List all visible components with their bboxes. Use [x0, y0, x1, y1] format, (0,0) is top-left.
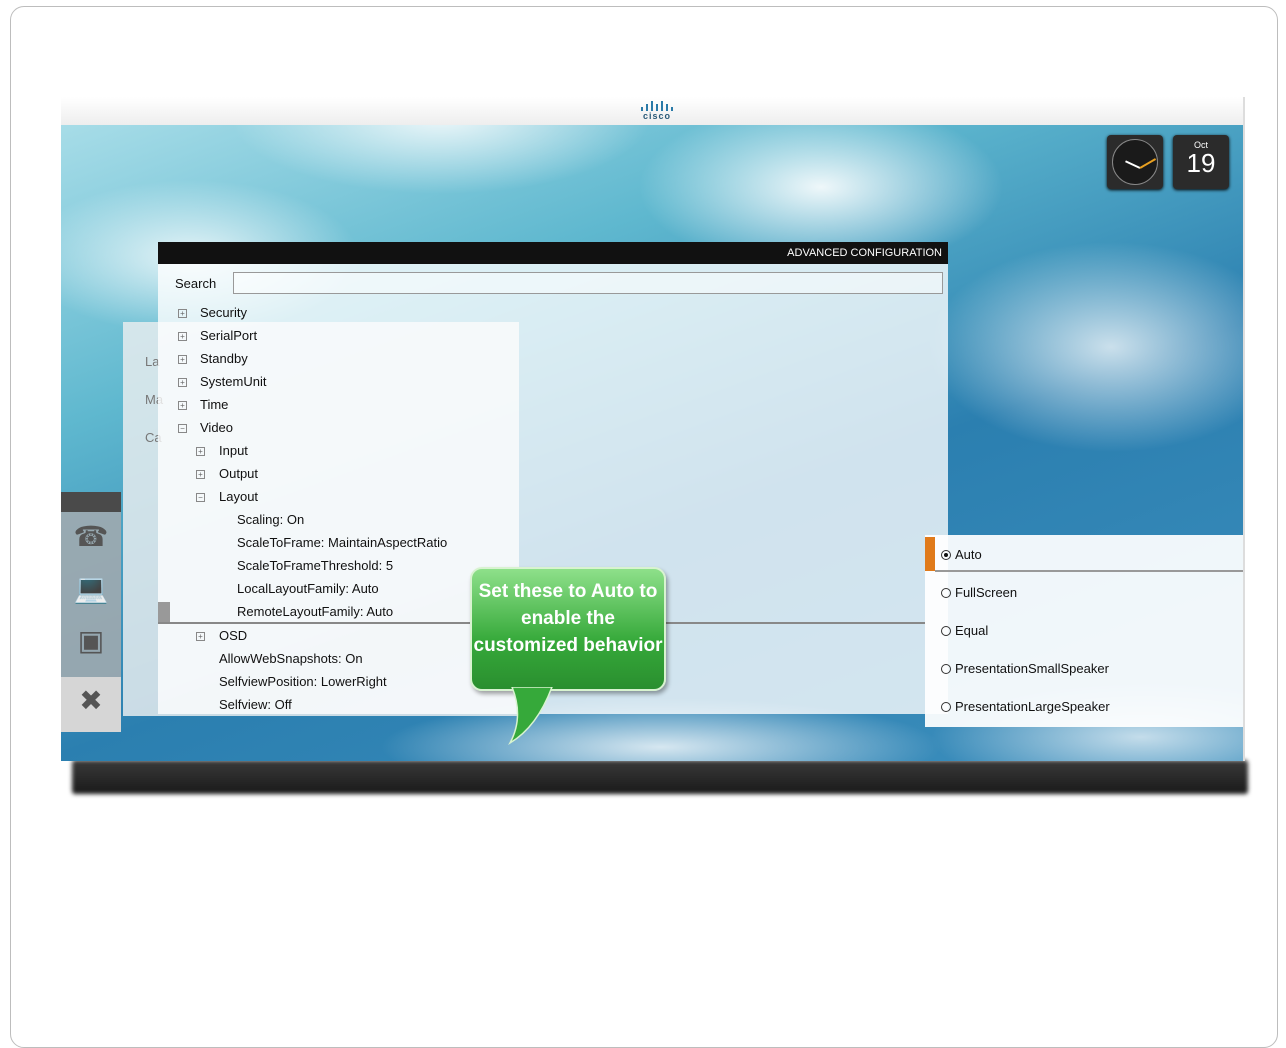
- selection-marker: [158, 602, 170, 622]
- cisco-logo-text: cisco: [642, 111, 671, 121]
- clock-icon: [1112, 139, 1158, 185]
- expand-icon[interactable]: +: [196, 470, 205, 479]
- option-auto[interactable]: Auto: [941, 547, 982, 562]
- callout-tail: [508, 687, 553, 746]
- expand-icon[interactable]: +: [178, 332, 187, 341]
- side-dock: ☎ 💻 ▣ ✖: [61, 492, 121, 732]
- expand-icon[interactable]: +: [196, 632, 205, 641]
- tree-item-standby[interactable]: Standby: [200, 351, 248, 366]
- setting-locallayoutfamily[interactable]: LocalLayoutFamily: Auto: [237, 581, 379, 596]
- callout-bubble: Set these to Auto to enable the customiz…: [470, 567, 666, 691]
- advanced-config-title: ADVANCED CONFIGURATION: [158, 242, 948, 264]
- expand-icon[interactable]: +: [178, 378, 187, 387]
- setting-selfview[interactable]: Selfview: Off: [219, 697, 292, 712]
- radio-icon: [941, 588, 951, 598]
- clock-widget[interactable]: [1107, 135, 1163, 189]
- setting-scaletoframethreshold[interactable]: ScaleToFrameThreshold: 5: [237, 558, 393, 573]
- option-presentationlargespeaker[interactable]: PresentationLargeSpeaker: [941, 699, 1110, 714]
- laptop-icon[interactable]: 💻: [71, 572, 111, 612]
- option-label: PresentationLargeSpeaker: [955, 699, 1110, 714]
- screenshot-shadow: [72, 760, 1248, 794]
- tree-item-input[interactable]: Input: [219, 443, 248, 458]
- setting-selfviewposition[interactable]: SelfviewPosition: LowerRight: [219, 674, 387, 689]
- selected-option-underline: [935, 570, 1243, 572]
- options-panel: Auto FullScreen Equal PresentationSmallS…: [925, 535, 1243, 727]
- search-input[interactable]: [233, 272, 943, 294]
- tree-item-layout[interactable]: Layout: [219, 489, 258, 504]
- option-label: Auto: [955, 547, 982, 562]
- setting-allowwebsnapshots[interactable]: AllowWebSnapshots: On: [219, 651, 363, 666]
- tree-item-systemunit[interactable]: SystemUnit: [200, 374, 266, 389]
- expand-icon[interactable]: +: [178, 401, 187, 410]
- calendar-day: 19: [1186, 148, 1216, 178]
- option-label: FullScreen: [955, 585, 1018, 600]
- dock-header: [61, 492, 121, 512]
- radio-icon: [941, 702, 951, 712]
- tree-item-output[interactable]: Output: [219, 466, 258, 481]
- radio-icon: [941, 664, 951, 674]
- cisco-logo-icon: [637, 101, 677, 111]
- calendar-widget[interactable]: Oct 19: [1173, 135, 1229, 189]
- expand-icon[interactable]: +: [178, 309, 187, 318]
- radio-icon: [941, 626, 951, 636]
- setting-remotelayoutfamily[interactable]: RemoteLayoutFamily: Auto: [237, 604, 393, 619]
- setting-scaletoframe[interactable]: ScaleToFrame: MaintainAspectRatio: [237, 535, 447, 550]
- collapse-icon[interactable]: −: [196, 493, 205, 502]
- collapse-icon[interactable]: −: [178, 424, 187, 433]
- tree-item-osd[interactable]: OSD: [219, 628, 247, 643]
- tree-item-video[interactable]: Video: [200, 420, 233, 435]
- selected-option-marker: [925, 537, 935, 571]
- camera-icon[interactable]: ▣: [71, 624, 111, 664]
- search-label: Search: [175, 276, 217, 291]
- advanced-config-panel: ADVANCED CONFIGURATION Search + Security…: [158, 242, 948, 746]
- tree-item-time[interactable]: Time: [200, 397, 228, 412]
- tools-icon[interactable]: ✖: [71, 684, 111, 724]
- radio-selected-icon: [941, 550, 951, 560]
- screenshot: cisco Oct 19 La Ma Ca ☎ 💻 ▣ ✖ ADVANCED C…: [61, 97, 1245, 761]
- top-bar: cisco: [61, 97, 1243, 125]
- option-presentationsmallspeaker[interactable]: PresentationSmallSpeaker: [941, 661, 1109, 676]
- expand-icon[interactable]: +: [178, 355, 187, 364]
- option-equal[interactable]: Equal: [941, 623, 988, 638]
- setting-scaling[interactable]: Scaling: On: [237, 512, 304, 527]
- tree-item-security[interactable]: Security: [200, 305, 247, 320]
- option-label: Equal: [955, 623, 989, 638]
- option-fullscreen[interactable]: FullScreen: [941, 585, 1017, 600]
- option-label: PresentationSmallSpeaker: [955, 661, 1109, 676]
- expand-icon[interactable]: +: [196, 447, 205, 456]
- phone-icon[interactable]: ☎: [71, 520, 111, 560]
- tree-item-serialport[interactable]: SerialPort: [200, 328, 257, 343]
